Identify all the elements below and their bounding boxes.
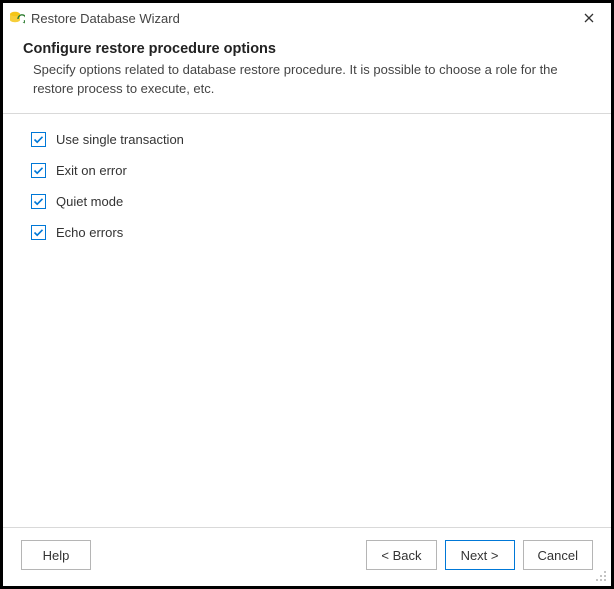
page-heading: Configure restore procedure options (23, 41, 591, 57)
option-label: Exit on error (56, 163, 127, 178)
next-button[interactable]: Next > (445, 540, 515, 570)
cancel-button[interactable]: Cancel (523, 540, 593, 570)
checkbox-icon[interactable] (31, 225, 46, 240)
wizard-window: Restore Database Wizard Configure restor… (3, 3, 611, 586)
window-title: Restore Database Wizard (31, 11, 575, 26)
checkbox-icon[interactable] (31, 163, 46, 178)
titlebar: Restore Database Wizard (3, 3, 611, 33)
back-button[interactable]: < Back (366, 540, 436, 570)
option-quiet-mode[interactable]: Quiet mode (31, 194, 583, 209)
close-icon[interactable] (575, 6, 603, 30)
page-header: Configure restore procedure options Spec… (3, 33, 611, 114)
wizard-footer: Help < Back Next > Cancel (3, 527, 611, 586)
option-label: Quiet mode (56, 194, 123, 209)
checkbox-icon[interactable] (31, 194, 46, 209)
option-label: Use single transaction (56, 132, 184, 147)
resize-grip-icon[interactable] (593, 568, 607, 582)
option-label: Echo errors (56, 225, 123, 240)
database-restore-icon (9, 10, 25, 26)
checkbox-icon[interactable] (31, 132, 46, 147)
options-panel: Use single transaction Exit on error Qui… (3, 114, 611, 527)
page-description: Specify options related to database rest… (33, 61, 591, 99)
option-use-single-transaction[interactable]: Use single transaction (31, 132, 583, 147)
option-exit-on-error[interactable]: Exit on error (31, 163, 583, 178)
option-echo-errors[interactable]: Echo errors (31, 225, 583, 240)
help-button[interactable]: Help (21, 540, 91, 570)
